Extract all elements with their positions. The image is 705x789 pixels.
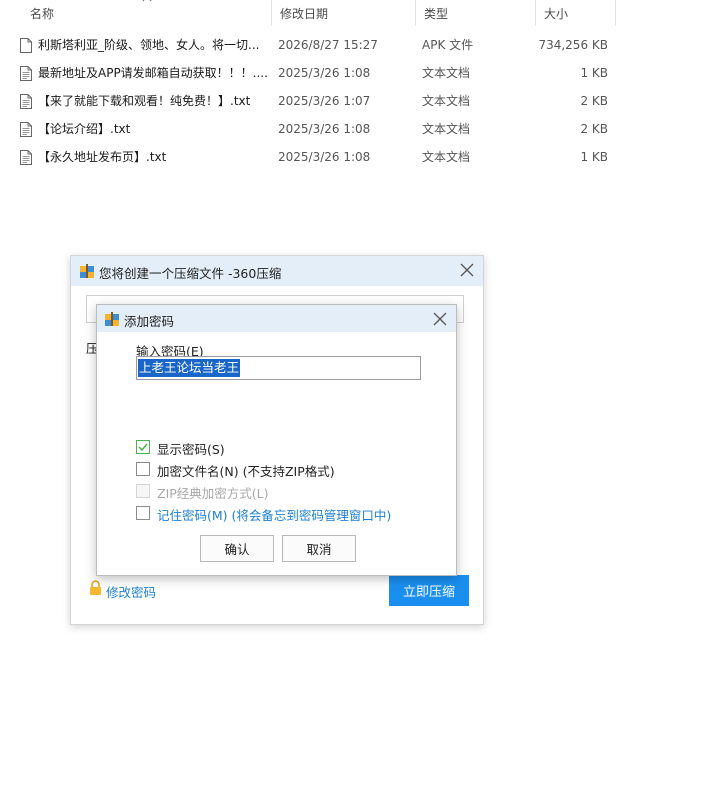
file-modified-date: 2025/3/26 1:08 <box>278 150 371 164</box>
dialog-title: 添加密码 <box>124 314 175 329</box>
file-name: 最新地址及APP请发邮箱自动获取！！！.... <box>38 66 268 80</box>
file-modified-date: 2026/8/27 15:27 <box>278 38 378 52</box>
text-document-icon <box>20 150 32 165</box>
file-row[interactable]: 【论坛介绍】.txt 2025/3/26 1:08 文本文档 2 KB <box>12 115 612 143</box>
password-input[interactable]: 上老王论坛当老王 <box>136 356 421 380</box>
dialog-title-bar: 添加密码 <box>97 305 456 332</box>
file-modified-date: 2025/3/26 1:08 <box>278 122 371 136</box>
option-label: 加密文件名(N) (不支持ZIP格式) <box>157 464 335 479</box>
column-header-name[interactable]: 名称 <box>22 0 272 26</box>
file-row[interactable]: 最新地址及APP请发邮箱自动获取！！！.... 2025/3/26 1:08 文本文… <box>12 59 612 87</box>
close-icon[interactable] <box>433 312 447 326</box>
text-document-icon <box>20 122 32 137</box>
checkmark-icon <box>138 443 148 452</box>
file-name: 【论坛介绍】.txt <box>38 122 131 136</box>
file-type: 文本文档 <box>422 66 471 80</box>
file-row[interactable]: 利斯塔利亚_阶级、领地、女人。将一切... 2026/8/27 15:27 APK … <box>12 31 612 59</box>
file-name: 【永久地址发布页】.txt <box>38 150 167 164</box>
file-modified-date: 2025/3/26 1:08 <box>278 66 371 80</box>
password-value: 上老王论坛当老王 <box>138 359 241 377</box>
compress-now-button[interactable]: 立即压缩 <box>389 575 469 606</box>
file-size: 2 KB <box>580 122 608 136</box>
file-type: APK 文件 <box>422 38 474 52</box>
file-icon <box>20 38 32 53</box>
column-header-type[interactable]: 类型 <box>416 0 536 26</box>
dialog-title-bar: 您将创建一个压缩文件 -360压缩 <box>71 256 483 286</box>
checkbox[interactable] <box>136 462 150 476</box>
file-type: 文本文档 <box>422 150 471 164</box>
confirm-button[interactable]: 确认 <box>200 535 274 562</box>
text-document-icon <box>20 94 32 109</box>
file-size: 2 KB <box>580 94 608 108</box>
file-name: 【来了就能下载和观看！纯免费！】.txt <box>38 94 251 108</box>
archive-app-icon <box>80 264 94 278</box>
file-size: 1 KB <box>580 66 608 80</box>
file-type: 文本文档 <box>422 94 471 108</box>
file-size: 734,256 KB <box>538 38 608 52</box>
close-icon[interactable] <box>460 263 474 277</box>
file-size: 1 KB <box>580 150 608 164</box>
file-name: 利斯塔利亚_阶级、领地、女人。将一切... <box>38 38 260 52</box>
option-label: 记住密码(M) (将会备忘到密码管理窗口中) <box>157 508 392 523</box>
file-type: 文本文档 <box>422 122 471 136</box>
file-modified-date: 2025/3/26 1:07 <box>278 94 371 108</box>
file-row[interactable]: 【永久地址发布页】.txt 2025/3/26 1:08 文本文档 1 KB <box>12 143 612 171</box>
checkbox[interactable] <box>136 506 150 520</box>
text-document-icon <box>20 66 32 81</box>
option-label: 显示密码(S) <box>157 442 225 457</box>
cancel-button[interactable]: 取消 <box>282 535 356 562</box>
lock-icon <box>90 580 101 595</box>
column-header-size[interactable]: 大小 <box>536 0 616 26</box>
option-label: ZIP经典加密方式(L) <box>157 486 269 501</box>
column-header-date[interactable]: 修改日期 <box>272 0 416 26</box>
dialog-title: 您将创建一个压缩文件 -360压缩 <box>99 266 282 281</box>
add-password-dialog: 添加密码 输入密码(E) 上老王论坛当老王 显示密码(S) 加密文件名(N) (… <box>96 304 457 576</box>
archive-app-icon <box>105 312 119 326</box>
checkbox <box>136 484 150 498</box>
checkbox[interactable] <box>136 440 150 454</box>
file-row[interactable]: 【来了就能下载和观看！纯免费！】.txt 2025/3/26 1:07 文本文档 2 … <box>12 87 612 115</box>
